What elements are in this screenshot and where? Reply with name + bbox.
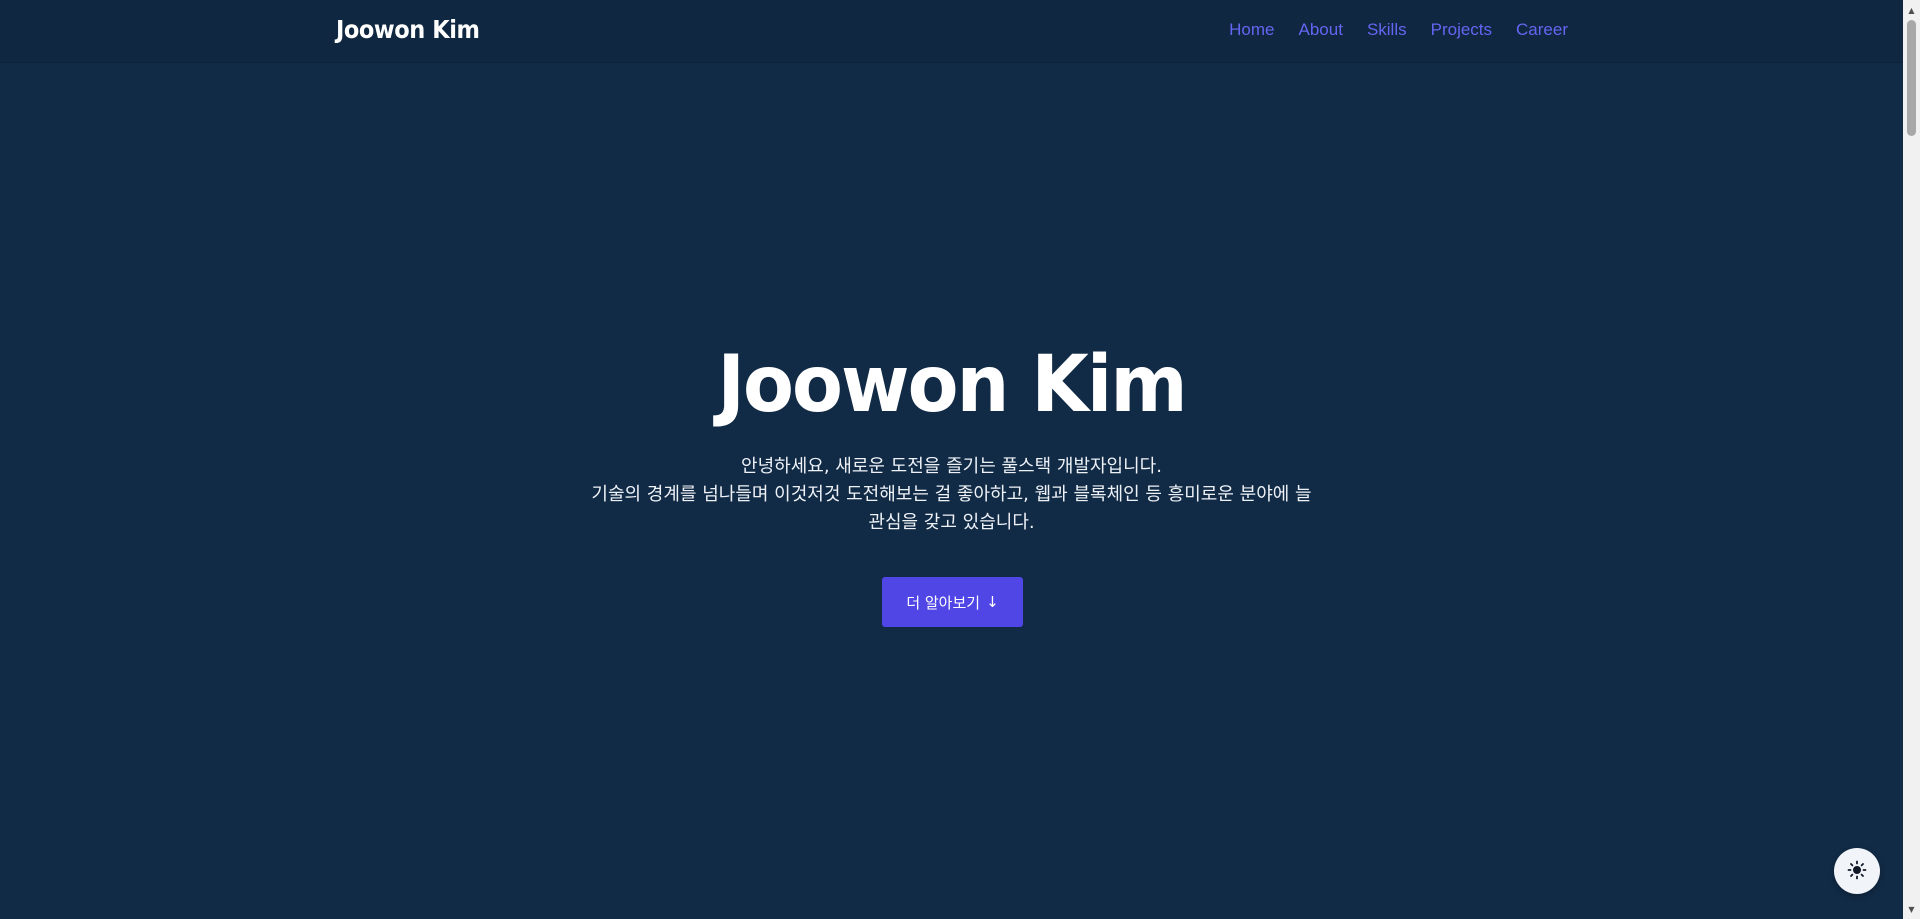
page: Joowon Kim Home About Skills Projects Ca… [0,0,1903,919]
hero-title: Joowon Kim [717,340,1187,430]
hero-description-line-3: 관심을 갖고 있습니다. [868,512,1035,533]
hero-description: 안녕하세요, 새로운 도전을 즐기는 풀스택 개발자입니다. 기술의 경계를 넘… [572,453,1332,537]
hero-section: Joowon Kim 안녕하세요, 새로운 도전을 즐기는 풀스택 개발자입니다… [0,0,1903,919]
vertical-scrollbar[interactable]: ▲ ▼ [1903,0,1920,919]
scroll-down-arrow-icon[interactable]: ▼ [1903,901,1920,917]
scroll-up-arrow-icon[interactable]: ▲ [1903,2,1920,18]
sun-icon [1847,860,1867,883]
scrollbar-thumb[interactable] [1907,20,1916,136]
theme-toggle-button[interactable] [1834,848,1880,894]
learn-more-button[interactable]: 더 알아보기 ↓ [882,577,1023,627]
hero-description-line-2: 기술의 경계를 넘나들며 이것저것 도전해보는 걸 좋아하고, 웹과 블록체인 … [591,484,1312,505]
hero-description-line-1: 안녕하세요, 새로운 도전을 즐기는 풀스택 개발자입니다. [741,456,1162,477]
arrow-down-icon: ↓ [986,593,999,611]
learn-more-label: 더 알아보기 [906,593,981,612]
